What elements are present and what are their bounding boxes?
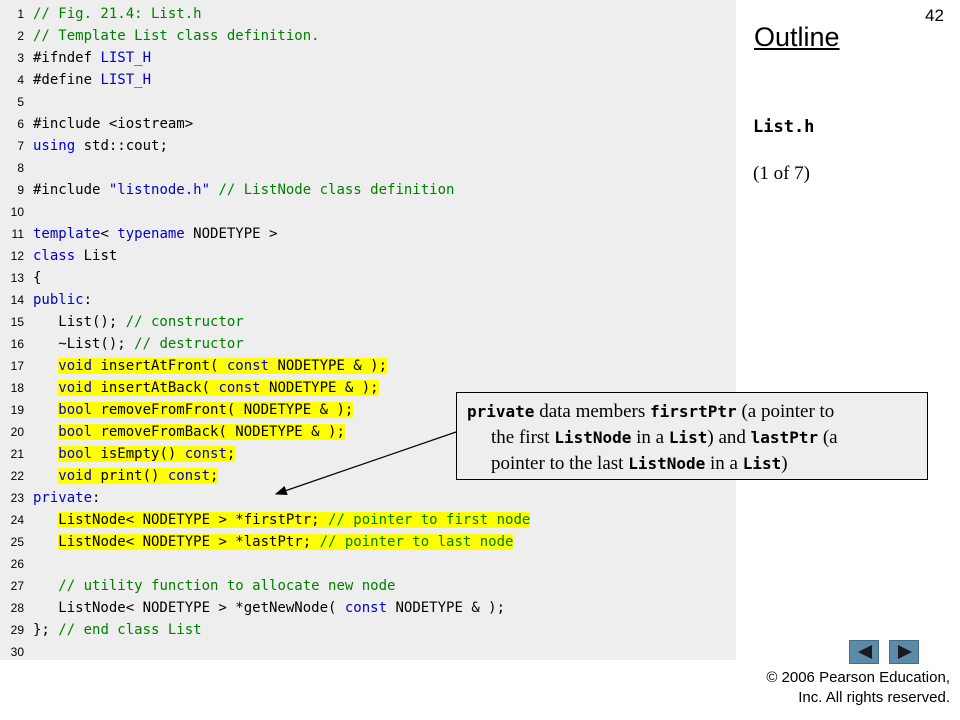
callout-text: ) and xyxy=(707,427,751,448)
callout-box: private data members firsrtPtr (a pointe… xyxy=(456,392,928,480)
triangle-left-icon xyxy=(858,645,872,659)
copyright-line-1: © 2006 Pearson Education, xyxy=(766,669,950,686)
callout-code-list: List xyxy=(668,428,708,447)
callout-code-list: List xyxy=(742,454,782,473)
callout-line-1: private data members firsrtPtr (a pointe… xyxy=(467,399,919,425)
callout-keyword-private: private xyxy=(467,402,535,421)
callout-text: ) xyxy=(781,453,788,474)
copyright-notice: © 2006 Pearson Education, Inc. All right… xyxy=(766,668,950,708)
callout-line-2: the first ListNode in a List) and lastPt… xyxy=(467,425,919,451)
callout-text: the first xyxy=(491,427,555,448)
callout-text: in a xyxy=(631,427,669,448)
slide-number: 42 xyxy=(925,6,944,25)
callout-code-listnode: ListNode xyxy=(628,454,706,473)
callout-code-lastptr: lastPtr xyxy=(750,428,819,447)
arrow-line xyxy=(274,431,457,496)
triangle-right-icon xyxy=(898,645,912,659)
callout-text: in a xyxy=(705,453,743,474)
callout-code-firsrtptr: firsrtPtr xyxy=(649,402,737,421)
callout-text: pointer to the last xyxy=(491,453,629,474)
callout-text: data members xyxy=(534,401,650,422)
callout-text: (a pointer to xyxy=(736,401,835,422)
callout-text: (a xyxy=(818,427,838,448)
copyright-line-2: Inc. All rights reserved. xyxy=(798,689,950,706)
callout-line-3: pointer to the last ListNode in a List) xyxy=(467,451,919,477)
previous-slide-button[interactable] xyxy=(849,640,879,664)
callout-arrow xyxy=(274,431,457,496)
page-indicator: (1 of 7) xyxy=(753,163,810,184)
next-slide-button[interactable] xyxy=(889,640,919,664)
outline-title: Outline xyxy=(754,22,840,52)
file-name: List.h xyxy=(753,117,815,137)
callout-code-listnode: ListNode xyxy=(554,428,632,447)
